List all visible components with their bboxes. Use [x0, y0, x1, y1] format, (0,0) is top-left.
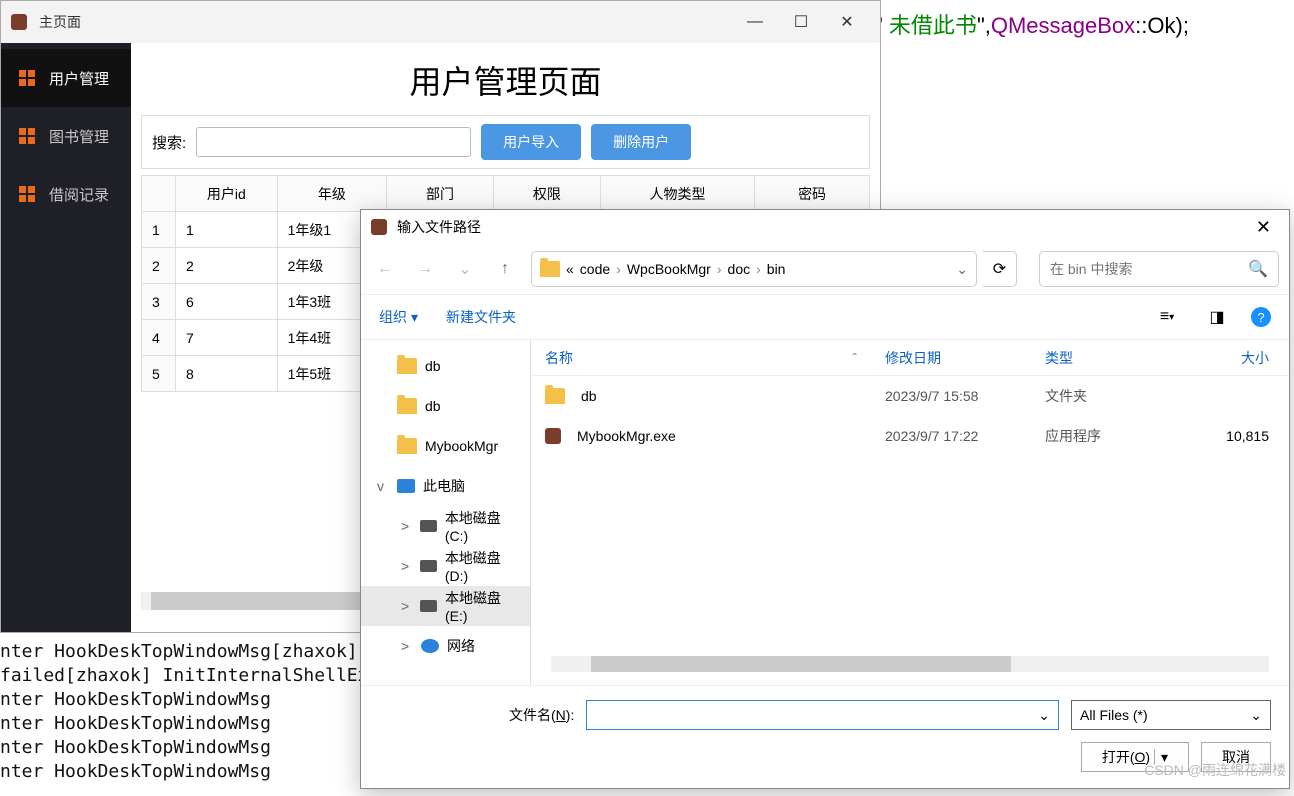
folder-icon — [397, 398, 417, 414]
app-icon — [371, 219, 387, 235]
refresh-button[interactable]: ⟳ — [983, 251, 1017, 287]
dialog-search-input[interactable] — [1050, 261, 1248, 277]
dialog-nav: ← → ⌄ ↑ « code› WpcBookMgr› doc› bin ⌄ ⟳… — [361, 244, 1289, 294]
sidebar-item-books[interactable]: 图书管理 — [1, 107, 131, 165]
import-button[interactable]: 用户导入 — [481, 124, 581, 160]
grid-icon — [19, 70, 35, 86]
table-header-row: 用户id 年级 部门 权限 人物类型 密码 — [142, 176, 870, 212]
file-dialog: 输入文件路径 ✕ ← → ⌄ ↑ « code› WpcBookMgr› doc… — [360, 209, 1290, 789]
folder-tree[interactable]: dbdbMybookMgrv此电脑>本地磁盘 (C:)>本地磁盘 (D:)>本地… — [361, 340, 531, 685]
window-title: 主页面 — [39, 12, 732, 32]
tree-item[interactable]: >本地磁盘 (C:) — [361, 506, 530, 546]
file-row[interactable]: MybookMgr.exe2023/9/7 17:22应用程序10,815 — [531, 416, 1289, 456]
file-list-scrollbar[interactable] — [551, 656, 1269, 672]
app-icon — [11, 14, 27, 30]
tree-item[interactable]: db — [361, 386, 530, 426]
breadcrumb[interactable]: « code› WpcBookMgr› doc› bin ⌄ — [531, 251, 977, 287]
drive-icon — [420, 520, 437, 532]
delete-button[interactable]: 删除用户 — [591, 124, 691, 160]
folder-icon — [397, 358, 417, 374]
search-label: 搜索: — [152, 132, 186, 153]
file-list[interactable]: 名称ˆ 修改日期 类型 大小 db2023/9/7 15:58文件夹Mybook… — [531, 340, 1289, 685]
close-button[interactable]: ✕ — [824, 7, 870, 37]
watermark: CSDN @雨连绵花满楼 — [1144, 760, 1286, 780]
tree-item[interactable]: >本地磁盘 (E:) — [361, 586, 530, 626]
dialog-search[interactable]: 🔍 — [1039, 251, 1279, 287]
page-title: 用户管理页面 — [141, 57, 870, 103]
filter-select[interactable]: All Files (*)⌄ — [1071, 700, 1271, 730]
search-icon: 🔍 — [1248, 259, 1268, 279]
tree-item[interactable]: db — [361, 346, 530, 386]
file-row[interactable]: db2023/9/7 15:58文件夹 — [531, 376, 1289, 416]
filename-label: 文件名(N): — [509, 705, 574, 725]
sidebar: 用户管理 图书管理 借阅记录 — [1, 43, 131, 632]
drive-icon — [420, 600, 437, 612]
search-input[interactable] — [196, 127, 471, 157]
help-icon[interactable]: ? — [1251, 307, 1271, 327]
filename-input[interactable]: ⌄ — [586, 700, 1059, 730]
main-titlebar: 主页面 — ☐ ✕ — [1, 1, 880, 43]
chevron-down-icon: ▾ — [411, 309, 418, 326]
search-bar: 搜索: 用户导入 删除用户 — [141, 115, 870, 169]
minimize-button[interactable]: — — [732, 7, 778, 37]
folder-icon — [545, 388, 565, 404]
grid-icon — [19, 128, 35, 144]
tree-item[interactable]: >本地磁盘 (D:) — [361, 546, 530, 586]
dialog-toolbar: 组织 ▾ 新建文件夹 ≡ ▾ ◨ ? — [361, 294, 1289, 340]
tree-item[interactable]: >网络 — [361, 626, 530, 666]
pc-icon — [397, 479, 415, 493]
sidebar-item-users[interactable]: 用户管理 — [1, 49, 131, 107]
network-icon — [421, 639, 439, 653]
organize-menu[interactable]: 组织 ▾ — [379, 307, 418, 327]
file-list-header[interactable]: 名称ˆ 修改日期 类型 大小 — [531, 340, 1289, 376]
tree-item[interactable]: v此电脑 — [361, 466, 530, 506]
folder-icon — [540, 261, 560, 277]
forward-button[interactable]: → — [411, 255, 439, 283]
grid-icon — [19, 186, 35, 202]
preview-pane-button[interactable]: ◨ — [1201, 303, 1233, 331]
view-mode-button[interactable]: ≡ ▾ — [1151, 303, 1183, 331]
history-button[interactable]: ⌄ — [451, 255, 479, 283]
close-icon[interactable]: ✕ — [1246, 215, 1281, 240]
exe-icon — [545, 428, 561, 444]
maximize-button[interactable]: ☐ — [778, 7, 824, 37]
dialog-title: 输入文件路径 — [397, 217, 1246, 237]
sidebar-item-records[interactable]: 借阅记录 — [1, 165, 131, 223]
new-folder-button[interactable]: 新建文件夹 — [446, 307, 516, 327]
code-snippet: " 未借此书",QMessageBox::Ok); — [875, 8, 1189, 40]
up-button[interactable]: ↑ — [491, 255, 519, 283]
dialog-titlebar: 输入文件路径 ✕ — [361, 210, 1289, 244]
back-button[interactable]: ← — [371, 255, 399, 283]
folder-icon — [397, 438, 417, 454]
tree-item[interactable]: MybookMgr — [361, 426, 530, 466]
drive-icon — [420, 560, 437, 572]
console-output: nter HookDeskTopWindowMsg[zhaxok] E fail… — [0, 640, 379, 784]
